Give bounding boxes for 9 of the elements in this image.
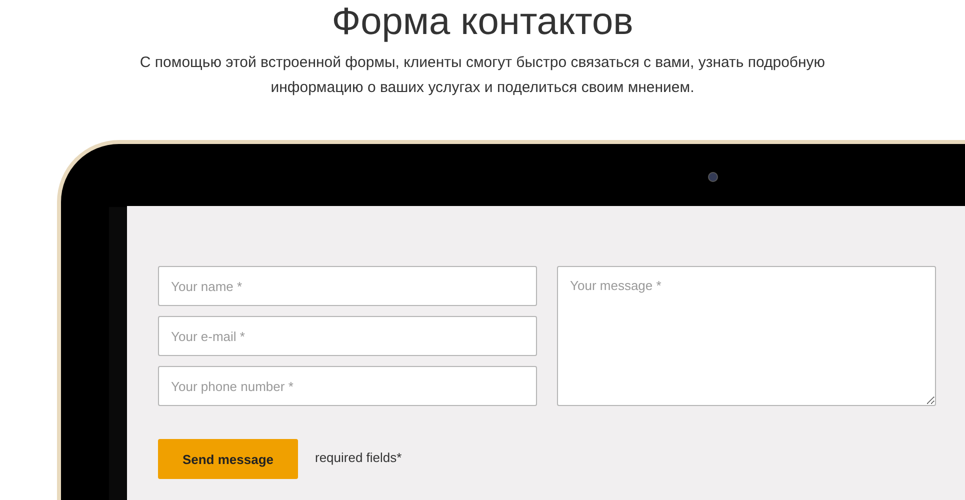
page-description: С помощью этой встроенной формы, клиенты смогут быстро связаться с вами, узнать подробную информацию о ваших услугах и поделиться своим мнением. bbox=[138, 53, 826, 98]
message-field[interactable]: Your message * bbox=[557, 266, 936, 406]
page-title: Форма контактов bbox=[330, 0, 634, 44]
input-field[interactable]: Your e-mail * bbox=[158, 316, 537, 356]
required-fields-note: required fields* bbox=[315, 450, 402, 465]
camera-icon bbox=[708, 172, 718, 182]
input-field[interactable]: Your phone number * bbox=[158, 366, 537, 406]
send-message-button[interactable]: Send message bbox=[158, 439, 298, 479]
input-field[interactable]: Your name * bbox=[158, 266, 537, 306]
